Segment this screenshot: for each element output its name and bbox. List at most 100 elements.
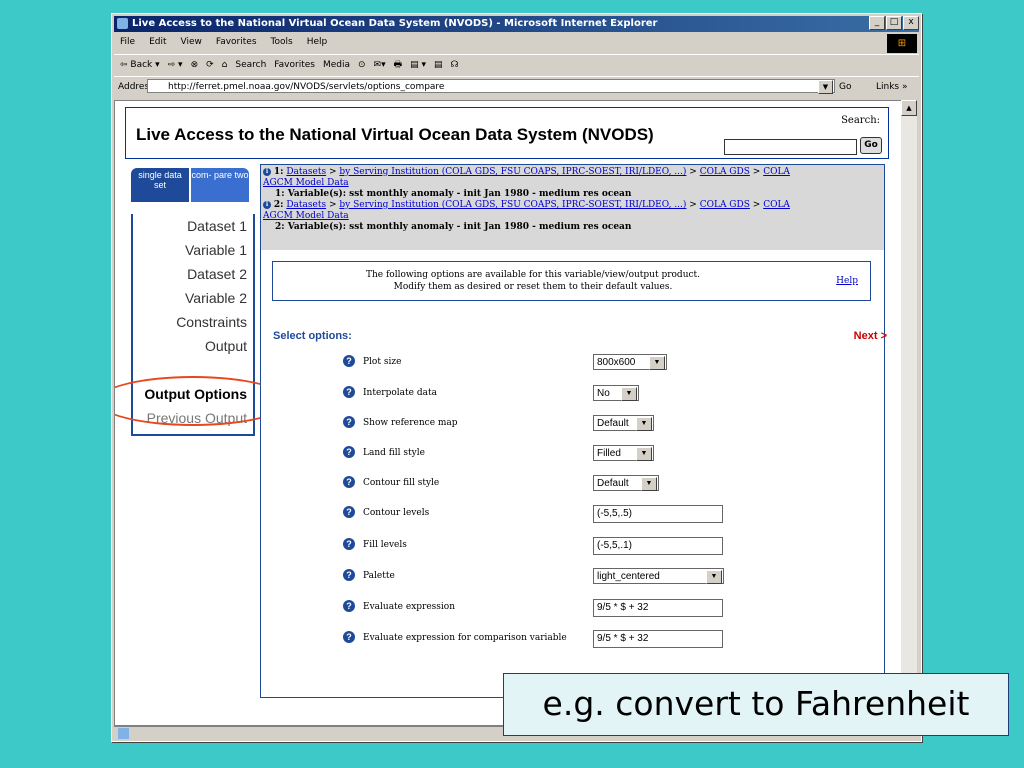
mail-icon[interactable]: ✉▾ bbox=[374, 55, 386, 75]
reference-map-select[interactable]: Default ▼ bbox=[593, 415, 654, 431]
nav-constraints[interactable]: Constraints bbox=[176, 314, 247, 330]
note-line-1: The following options are available for … bbox=[365, 270, 701, 280]
palette-select[interactable]: light_centered ▼ bbox=[593, 568, 724, 584]
back-button[interactable]: ⇦ Back ▾ bbox=[120, 55, 160, 75]
crumb-agcm-link[interactable]: AGCM Model Data bbox=[263, 211, 349, 221]
address-url: http://ferret.pmel.noaa.gov/NVODS/servle… bbox=[168, 82, 445, 92]
crumb-cola-link[interactable]: COLA bbox=[763, 167, 790, 177]
stop-icon[interactable]: ⊗ bbox=[191, 55, 199, 75]
dropdown-arrow-icon[interactable]: ▼ bbox=[636, 447, 652, 461]
plot-size-select[interactable]: 800x600 ▼ bbox=[593, 354, 667, 370]
crumb-agcm-link[interactable]: AGCM Model Data bbox=[263, 178, 349, 188]
fill-levels-input[interactable]: (-5,5,.1) bbox=[593, 537, 723, 555]
nav-variable-2[interactable]: Variable 2 bbox=[185, 290, 247, 306]
title-bar: Live Access to the National Virtual Ocea… bbox=[114, 16, 919, 32]
nav-dataset-2[interactable]: Dataset 2 bbox=[187, 266, 247, 282]
option-label: Fill levels bbox=[363, 540, 407, 550]
crumb-datasets-link[interactable]: Datasets bbox=[286, 200, 326, 210]
menu-favorites[interactable]: Favorites bbox=[216, 34, 257, 51]
nav-dataset-1[interactable]: Dataset 1 bbox=[187, 218, 247, 234]
links-button[interactable]: Links » bbox=[876, 77, 908, 97]
interpolate-select[interactable]: No ▼ bbox=[593, 385, 639, 401]
crumb-sep: > bbox=[752, 200, 761, 210]
option-fill-levels: ? Fill levels (-5,5,.1) bbox=[343, 537, 883, 555]
crumb-institution-link[interactable]: by Serving Institution (COLA GDS, FSU CO… bbox=[339, 200, 686, 210]
question-icon[interactable]: ? bbox=[343, 355, 355, 367]
page-title: Live Access to the National Virtual Ocea… bbox=[136, 125, 654, 144]
forward-button[interactable]: ⇨ ▾ bbox=[168, 55, 183, 75]
scroll-up-icon[interactable]: ▲ bbox=[901, 100, 917, 116]
search-go-button[interactable]: Go bbox=[860, 137, 882, 154]
next-button[interactable]: Next > bbox=[854, 330, 887, 342]
print-icon[interactable]: 🖶 bbox=[394, 55, 403, 75]
window-controls: _ □ x bbox=[869, 16, 919, 30]
close-button[interactable]: x bbox=[903, 16, 919, 30]
dropdown-arrow-icon[interactable]: ▼ bbox=[636, 417, 652, 431]
info-icon: i bbox=[263, 200, 271, 209]
refresh-icon[interactable]: ⟳ bbox=[206, 55, 214, 75]
help-link[interactable]: Help bbox=[836, 275, 858, 287]
question-icon[interactable]: ? bbox=[343, 476, 355, 488]
question-icon[interactable]: ? bbox=[343, 446, 355, 458]
nav-output[interactable]: Output bbox=[205, 338, 247, 354]
question-icon[interactable]: ? bbox=[343, 631, 355, 643]
question-icon[interactable]: ? bbox=[343, 538, 355, 550]
note-text: The following options are available for … bbox=[273, 269, 793, 293]
address-go-button[interactable]: Go bbox=[839, 77, 851, 97]
minimize-button[interactable]: _ bbox=[869, 16, 885, 30]
select-value: Default bbox=[597, 418, 629, 429]
question-icon[interactable]: ? bbox=[343, 569, 355, 581]
media-button[interactable]: Media bbox=[323, 55, 350, 75]
search-label: Search: bbox=[841, 115, 880, 126]
favorites-button[interactable]: Favorites bbox=[274, 55, 315, 75]
crumb-cola-link[interactable]: COLA bbox=[763, 200, 790, 210]
dropdown-arrow-icon[interactable]: ▼ bbox=[649, 356, 665, 370]
search-input[interactable] bbox=[724, 139, 857, 155]
menu-tools[interactable]: Tools bbox=[271, 34, 293, 51]
dropdown-arrow-icon[interactable]: ▼ bbox=[706, 570, 722, 584]
contour-fill-select[interactable]: Default ▼ bbox=[593, 475, 659, 491]
dropdown-arrow-icon[interactable]: ▼ bbox=[641, 477, 657, 491]
page-viewport: Live Access to the National Virtual Ocea… bbox=[114, 100, 903, 726]
messenger-icon[interactable]: ☊ bbox=[451, 55, 459, 75]
crumb-cola-gds-link[interactable]: COLA GDS bbox=[700, 167, 750, 177]
question-icon[interactable]: ? bbox=[343, 600, 355, 612]
tab-compare-two[interactable]: com- pare two bbox=[191, 168, 249, 202]
select-value: Default bbox=[597, 478, 629, 489]
page-status-icon bbox=[118, 728, 129, 739]
question-icon[interactable]: ? bbox=[343, 386, 355, 398]
crumb-institution-link[interactable]: by Serving Institution (COLA GDS, FSU CO… bbox=[339, 167, 686, 177]
contour-levels-input[interactable]: (-5,5,.5) bbox=[593, 505, 723, 523]
menu-edit[interactable]: Edit bbox=[149, 34, 166, 51]
tab-single-data-set[interactable]: single data set bbox=[131, 168, 189, 202]
menu-file[interactable]: File bbox=[120, 34, 135, 51]
address-input[interactable]: http://ferret.pmel.noaa.gov/NVODS/servle… bbox=[147, 79, 835, 93]
crumb-datasets-link[interactable]: Datasets bbox=[286, 167, 326, 177]
option-land-fill: ? Land fill style Filled ▼ bbox=[343, 445, 883, 461]
discuss-icon[interactable]: ▤ bbox=[434, 55, 443, 75]
history-icon[interactable]: ⊙ bbox=[358, 55, 366, 75]
nav-variable-1[interactable]: Variable 1 bbox=[185, 242, 247, 258]
vertical-scrollbar[interactable]: ▲ bbox=[901, 100, 917, 724]
crumb-cola-gds-link[interactable]: COLA GDS bbox=[700, 200, 750, 210]
evaluate-expression-input[interactable]: 9/5 * $ + 32 bbox=[593, 599, 723, 617]
select-value: light_centered bbox=[597, 571, 660, 582]
crumb-num-2: 2: bbox=[273, 200, 284, 210]
option-label: Evaluate expression for comparison varia… bbox=[363, 633, 567, 643]
address-dropdown-icon[interactable]: ▼ bbox=[818, 80, 833, 94]
menu-view[interactable]: View bbox=[181, 34, 202, 51]
evaluate-comparison-input[interactable]: 9/5 * $ + 32 bbox=[593, 630, 723, 648]
question-icon[interactable]: ? bbox=[343, 506, 355, 518]
dropdown-arrow-icon[interactable]: ▼ bbox=[621, 387, 637, 401]
crumb-line-1b: AGCM Model Data bbox=[263, 178, 349, 189]
land-fill-select[interactable]: Filled ▼ bbox=[593, 445, 654, 461]
note-line-2: Modify them as desired or reset them to … bbox=[393, 282, 673, 292]
crumb-sep: > bbox=[689, 167, 697, 177]
home-icon[interactable]: ⌂ bbox=[222, 55, 228, 75]
search-button[interactable]: Search bbox=[235, 55, 266, 75]
question-icon[interactable]: ? bbox=[343, 416, 355, 428]
maximize-button[interactable]: □ bbox=[886, 16, 902, 30]
menu-help[interactable]: Help bbox=[307, 34, 328, 51]
edit-icon[interactable]: ▤ ▾ bbox=[410, 55, 426, 75]
crumb-sep: > bbox=[752, 167, 761, 177]
